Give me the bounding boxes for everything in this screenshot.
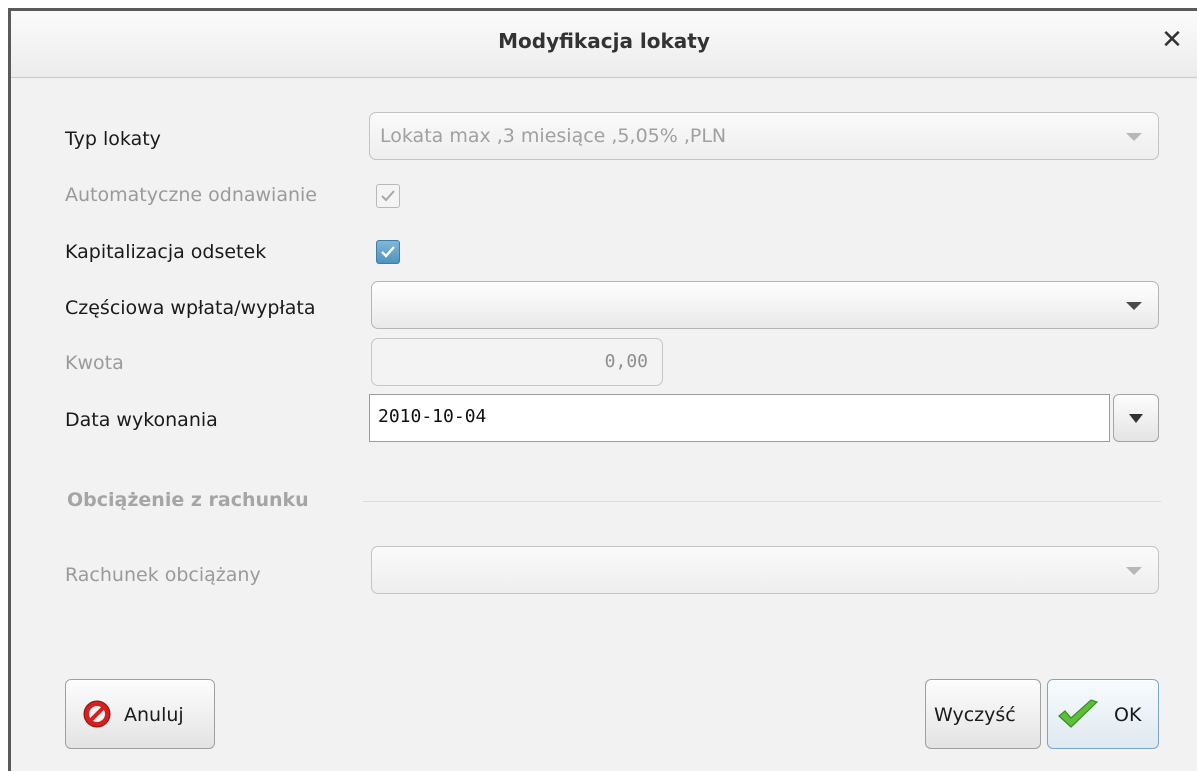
execution-date-value: 2010-10-04 bbox=[378, 406, 487, 427]
chevron-down-icon bbox=[1126, 567, 1142, 575]
ok-button[interactable]: OK bbox=[1047, 679, 1159, 749]
cancel-button[interactable]: Anuluj bbox=[65, 679, 215, 749]
section-divider bbox=[363, 501, 1161, 502]
modify-deposit-dialog: Modyfikacja lokaty ✕ Typ lokaty Lokata m… bbox=[8, 8, 1197, 771]
checkmark-icon bbox=[381, 190, 395, 202]
chevron-down-icon bbox=[1126, 302, 1142, 310]
ok-button-label: OK bbox=[1114, 704, 1142, 726]
partial-payment-label: Częściowa wpłata/wypłata bbox=[65, 297, 316, 319]
amount-label: Kwota bbox=[65, 352, 124, 374]
close-icon[interactable]: ✕ bbox=[1157, 25, 1187, 55]
debit-account-label: Rachunek obciążany bbox=[65, 564, 261, 586]
execution-date-label: Data wykonania bbox=[65, 409, 218, 431]
cancel-button-label: Anuluj bbox=[124, 704, 184, 726]
auto-renew-label: Automatyczne odnawianie bbox=[65, 184, 317, 206]
debit-account-select[interactable] bbox=[371, 546, 1159, 594]
deposit-type-value: Lokata max ,3 miesiące ,5,05% ,PLN bbox=[380, 125, 727, 147]
checkmark-icon bbox=[381, 246, 395, 258]
deposit-type-label: Typ lokaty bbox=[65, 128, 161, 150]
date-picker-button[interactable] bbox=[1113, 394, 1159, 442]
title-bar: Modyfikacja lokaty ✕ bbox=[11, 11, 1197, 78]
auto-renew-checkbox[interactable] bbox=[376, 184, 400, 208]
capitalization-label: Kapitalizacja odsetek bbox=[65, 241, 267, 263]
execution-date-input[interactable]: 2010-10-04 bbox=[369, 394, 1110, 442]
amount-value: 0,00 bbox=[604, 351, 648, 372]
chevron-down-icon bbox=[1126, 133, 1142, 141]
cancel-icon bbox=[83, 700, 111, 728]
deposit-type-select[interactable]: Lokata max ,3 miesiące ,5,05% ,PLN bbox=[369, 112, 1159, 160]
clear-button-label: Wyczyść bbox=[934, 704, 1016, 726]
checkmark-icon bbox=[1058, 699, 1099, 728]
capitalization-checkbox[interactable] bbox=[376, 240, 400, 264]
chevron-down-icon bbox=[1129, 414, 1143, 423]
partial-payment-select[interactable] bbox=[371, 281, 1159, 329]
dialog-title: Modyfikacja lokaty bbox=[498, 29, 710, 53]
amount-input[interactable]: 0,00 bbox=[371, 338, 663, 386]
section-title: Obciążenie z rachunku bbox=[67, 489, 309, 511]
clear-button[interactable]: Wyczyść bbox=[925, 679, 1041, 749]
